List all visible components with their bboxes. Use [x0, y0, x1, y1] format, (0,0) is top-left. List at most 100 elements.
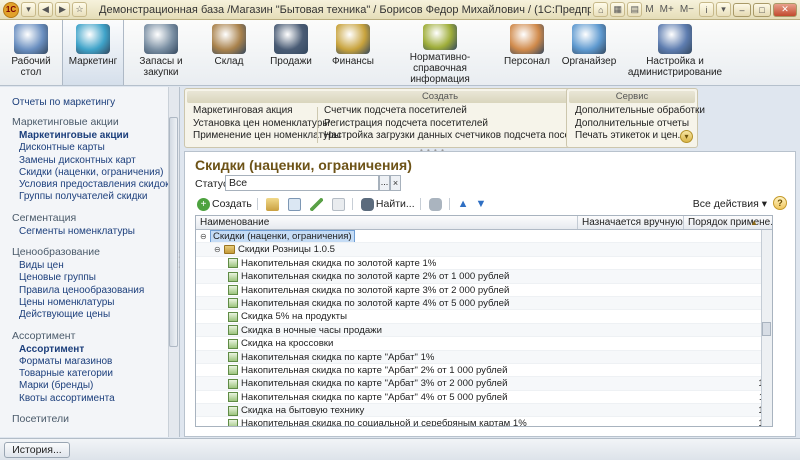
close-button[interactable]: ✕	[773, 2, 797, 17]
memory-button[interactable]: M	[645, 4, 653, 15]
table-row[interactable]: Накопительная скидка по золотой карте 3%…	[196, 284, 772, 297]
maximize-button[interactable]: □	[753, 2, 771, 17]
status-clear-button[interactable]: ×	[390, 175, 401, 191]
table-row[interactable]: Скидка на бытовую технику 12	[196, 404, 772, 418]
nav-link[interactable]: Группы получателей скидки	[19, 191, 179, 203]
create-command[interactable]: Применение цен номенклатуры	[193, 130, 341, 143]
help-icon[interactable]: ?	[773, 196, 787, 210]
status-select-button[interactable]: ...	[379, 175, 390, 191]
collapse-icon[interactable]: ⊖	[214, 243, 222, 255]
cell-name-text: Скидка на бытовую технику	[241, 405, 365, 417]
forward-icon[interactable]: ▶	[55, 2, 70, 17]
cell-name-text: Накопительная скидка по карте "Арбат" 4%…	[241, 391, 508, 403]
cell-order	[684, 230, 772, 242]
back-icon[interactable]: ◀	[38, 2, 53, 17]
collapse-icon[interactable]: ⊖	[200, 230, 208, 242]
nav-link[interactable]: Товарные категории	[19, 368, 179, 380]
section-10[interactable]: Настройка и администрирование	[620, 20, 730, 85]
nav-link[interactable]: Квоты ассортимента	[19, 393, 179, 405]
section-2[interactable]: Маркетинг	[62, 20, 124, 85]
expand-down-icon[interactable]: ▾	[680, 130, 693, 143]
delete-button[interactable]	[330, 196, 349, 212]
section-7[interactable]: Нормативно-справочная информация	[384, 20, 496, 85]
status-input[interactable]: Все	[225, 175, 379, 191]
nav-link[interactable]: Ценовые группы	[19, 272, 179, 284]
create-command[interactable]: Маркетинговая акция	[193, 105, 341, 118]
nav-link[interactable]: Виды цен	[19, 260, 179, 272]
nav-link[interactable]: Сегменты номенклатуры	[19, 226, 179, 238]
nav-link[interactable]: Замены дисконтных карт	[19, 155, 179, 167]
nav-link[interactable]: Ассортимент	[19, 344, 179, 356]
service-command[interactable]: Дополнительные отчеты	[575, 118, 705, 131]
table-scrollbar[interactable]	[761, 230, 772, 426]
section-8[interactable]: Персонал	[496, 20, 558, 85]
create-command[interactable]: Установка цен номенклатуры	[193, 118, 341, 131]
table-scroll-thumb[interactable]	[762, 322, 771, 336]
memory-plus-button[interactable]: M+	[660, 4, 674, 15]
table-row[interactable]: Накопительная скидка по карте "Арбат" 3%…	[196, 377, 772, 391]
nav-link[interactable]: Дисконтные карты	[19, 142, 179, 154]
table-row[interactable]: ⊖ Скидки Розницы 1.0.5 1	[196, 243, 772, 257]
table-row[interactable]: Накопительная скидка по золотой карте 1%…	[196, 257, 772, 271]
sidebar-scroll-thumb[interactable]	[169, 117, 178, 347]
nav-link[interactable]: Маркетинговые акции	[19, 130, 179, 142]
table-row[interactable]: Накопительная скидка по карте "Арбат" 2%…	[196, 364, 772, 378]
discount-item-icon	[228, 365, 238, 376]
find-button[interactable]: Найти...	[359, 196, 417, 212]
section-3[interactable]: Запасы и закупки	[124, 20, 198, 85]
nav-link[interactable]: Форматы магазинов	[19, 356, 179, 368]
table-row[interactable]: Накопительная скидка по социальной и сер…	[196, 417, 772, 426]
calendar-icon[interactable]: ▤	[627, 2, 643, 17]
panel-resize-handle[interactable]: · · · ·	[178, 249, 182, 271]
star-icon[interactable]: ☆	[72, 2, 87, 17]
table-row[interactable]: Накопительная скидка по золотой карте 4%…	[196, 296, 772, 311]
section-5[interactable]: Продажи	[260, 20, 322, 85]
nav-link[interactable]: Цены номенклатуры	[19, 297, 179, 309]
table-row[interactable]: Накопительная скидка по карте "Арбат" 1%…	[196, 350, 772, 364]
move-down-button[interactable]: ▼	[474, 196, 489, 212]
memory-minus-button[interactable]: M−	[680, 4, 694, 15]
table-row[interactable]: Скидка в ночные часы продажи 6	[196, 323, 772, 338]
table-row[interactable]: ⊖ Скидки (наценки, ограничения)	[196, 230, 772, 244]
calc-icon[interactable]: ▦	[610, 2, 626, 17]
move-up-button[interactable]: ▲	[456, 196, 471, 212]
column-header-order[interactable]: Порядок примене... ▲	[684, 216, 772, 229]
table-row[interactable]: Накопительная скидка по золотой карте 2%…	[196, 270, 772, 284]
home-icon[interactable]: ⌂	[593, 2, 609, 17]
copy-button[interactable]	[286, 196, 305, 212]
table-row[interactable]: Скидка на кроссовки 7	[196, 337, 772, 351]
minimize-button[interactable]: –	[733, 2, 751, 17]
table-row[interactable]: Накопительная скидка по карте "Арбат" 4%…	[196, 391, 772, 405]
create-button[interactable]: + Создать	[195, 196, 254, 212]
all-actions-menu[interactable]: Все действия ▾	[693, 198, 767, 210]
nav-link[interactable]: Правила ценообразования	[19, 285, 179, 297]
create-command[interactable]: Настройка загрузки данных счетчиков подс…	[324, 130, 607, 143]
edit-button[interactable]	[308, 196, 327, 212]
cell-manual	[578, 391, 684, 403]
column-header-order-label: Порядок примене...	[688, 217, 772, 228]
info-icon[interactable]: i	[699, 2, 714, 17]
column-header-manual[interactable]: Назначается вручную	[578, 216, 684, 229]
cancel-search-button[interactable]	[427, 196, 446, 212]
section-6[interactable]: Финансы	[322, 20, 384, 85]
create-command[interactable]: Регистрация подсчета посетителей	[324, 118, 607, 131]
nav-link[interactable]: Скидки (наценки, ограничения)	[19, 167, 179, 179]
cell-order: 6	[684, 324, 772, 336]
nav-link-marketing-reports[interactable]: Отчеты по маркетингу	[12, 97, 179, 108]
nav-link[interactable]: Марки (бренды)	[19, 380, 179, 392]
create-command[interactable]: Счетчик подсчета посетителей	[324, 105, 607, 118]
options-dropdown-icon[interactable]: ▾	[716, 2, 731, 17]
column-header-name[interactable]: Наименование	[196, 216, 578, 229]
nav-link[interactable]: Условия предоставления скидок (н...	[19, 179, 179, 191]
section-1[interactable]: Рабочий стол	[0, 20, 62, 85]
section-4[interactable]: Склад	[198, 20, 260, 85]
app-logo-icon[interactable]: 1C	[3, 1, 19, 18]
history-button[interactable]: История...	[4, 442, 70, 458]
section-9[interactable]: Органайзер	[558, 20, 620, 85]
service-command[interactable]: Дополнительные обработки	[575, 105, 705, 118]
create-folder-button[interactable]	[264, 196, 283, 212]
table-row[interactable]: Скидка 5% на продукты 5	[196, 310, 772, 324]
menu-dropdown-icon[interactable]: ▾	[21, 2, 36, 17]
section-label: Маркетинг	[68, 56, 118, 67]
nav-link[interactable]: Действующие цены	[19, 309, 179, 321]
